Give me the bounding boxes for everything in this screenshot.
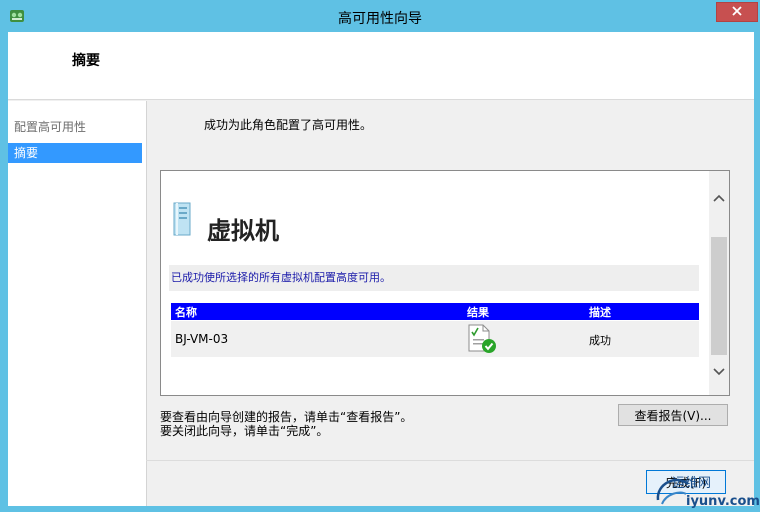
window-title: 高可用性向导 [338,11,422,27]
report-content: 虚拟机 已成功使所选择的所有虚拟机配置高度可用。 名称 结果 描述 BJ-VM-… [161,171,709,395]
column-header-description: 描述 [589,306,611,319]
close-wizard-hint: 要关闭此向导，请单击“完成”。 [160,424,329,438]
scroll-down-button[interactable] [709,361,729,383]
close-icon [731,5,743,20]
scroll-up-button[interactable] [709,187,729,209]
wizard-window: 高可用性向导 摘要 配置高可用性 摘要 成功为此角色配置了高可用性。 虚拟机 已… [0,0,760,512]
close-button[interactable] [716,2,758,22]
report-scrollbar[interactable] [709,171,729,395]
report-heading: 虚拟机 [207,217,279,245]
watermark-bottom-text: iyunv.com [686,494,760,509]
row-name: BJ-VM-03 [175,332,229,346]
site-watermark: 运维网 iyunv.com [652,470,762,514]
column-header-name: 名称 [175,306,197,319]
column-header-result: 结果 [467,306,489,319]
wizard-client-area: 摘要 配置高可用性 摘要 成功为此角色配置了高可用性。 虚拟机 已成功使所选择的… [8,32,754,506]
server-icon [171,201,193,237]
table-row: BJ-VM-03 成功 [171,321,699,357]
status-message: 成功为此角色配置了高可用性。 [204,118,373,132]
footer-divider [146,460,754,461]
success-document-icon [465,323,499,358]
chevron-up-icon [713,191,725,205]
nav-item-summary[interactable]: 摘要 [8,143,142,163]
title-bar[interactable]: 高可用性向导 [2,2,758,32]
report-table-header: 名称 结果 描述 [171,303,699,320]
nav-item-configure-high-availability[interactable]: 配置高可用性 [8,117,142,137]
watermark-top-text: 运维网 [672,476,712,491]
wizard-steps-nav: 配置高可用性 摘要 [8,101,147,506]
row-description: 成功 [589,334,611,347]
page-title: 摘要 [72,53,100,69]
chevron-down-icon [713,365,725,379]
report-viewer[interactable]: 虚拟机 已成功使所选择的所有虚拟机配置高度可用。 名称 结果 描述 BJ-VM-… [160,170,730,396]
scroll-thumb[interactable] [711,237,727,355]
report-message: 已成功使所选择的所有虚拟机配置高度可用。 [169,265,699,291]
page-header: 摘要 [8,32,754,100]
view-report-button[interactable]: 查看报告(V)... [618,404,728,426]
